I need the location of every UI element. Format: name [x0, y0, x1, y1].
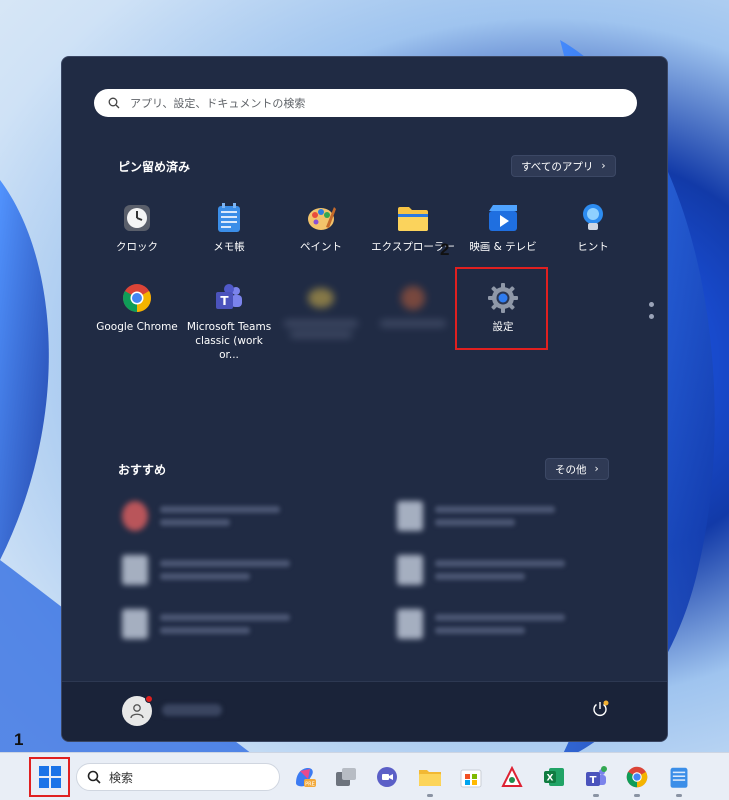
teams-taskbar-icon[interactable]: T [584, 765, 608, 789]
recommended-item[interactable] [122, 501, 280, 531]
search-icon [87, 770, 101, 784]
copilot-icon[interactable]: PRE [292, 765, 316, 789]
excel-icon[interactable]: X [542, 765, 566, 789]
svg-text:X: X [547, 774, 554, 784]
taskbar: 検索 PRE X T [0, 752, 729, 800]
search-icon [108, 97, 120, 109]
chevron-right-icon: › [594, 463, 599, 475]
folder-icon [397, 202, 429, 234]
recommended-item[interactable] [122, 609, 290, 639]
app-label: Microsoft Teams classic (work or... [186, 321, 272, 361]
taskbar-search-box[interactable]: 検索 [76, 763, 280, 791]
movies-tv-icon [487, 202, 519, 234]
pinned-app-tips[interactable]: ヒント [548, 202, 638, 254]
app-label: 映画 & テレビ [469, 241, 537, 253]
tips-icon [577, 202, 609, 234]
pinned-app-blurred[interactable] [368, 282, 458, 331]
power-icon [593, 700, 609, 716]
running-indicator [634, 794, 640, 797]
clock-icon [121, 202, 153, 234]
pinned-app-teams[interactable]: T Microsoft Teams classic (work or... [184, 282, 274, 362]
teams-icon: T [213, 282, 245, 314]
recommended-item[interactable] [397, 501, 555, 531]
start-search-placeholder: アプリ、設定、ドキュメントの検索 [130, 97, 306, 110]
user-name-blurred [162, 704, 222, 716]
meet-icon[interactable] [375, 765, 399, 789]
blurred-app-icon [305, 282, 337, 314]
chrome-taskbar-icon[interactable] [625, 765, 649, 789]
pinned-app-movies-tv[interactable]: 映画 & テレビ [458, 202, 548, 254]
all-apps-button[interactable]: すべてのアプリ › [511, 155, 616, 177]
pinned-app-notepad[interactable]: メモ帳 [184, 202, 274, 254]
recommended-item[interactable] [397, 609, 565, 639]
notification-dot [145, 695, 153, 703]
app-label: Google Chrome [96, 321, 178, 333]
chevron-right-icon: › [601, 160, 606, 172]
start-button-highlight-box [29, 757, 70, 797]
user-icon [130, 704, 144, 719]
user-avatar[interactable] [122, 695, 153, 726]
app-label: クロック [116, 241, 158, 253]
step-1-label: 1 [14, 730, 24, 749]
pinned-app-paint[interactable]: ペイント [276, 202, 366, 254]
pinned-app-blurred[interactable] [276, 282, 366, 342]
recommended-item[interactable] [122, 555, 290, 585]
more-button[interactable]: その他 › [545, 458, 609, 480]
app-label: ペイント [300, 241, 342, 253]
blurred-app-icon [397, 282, 429, 314]
pinned-section-title: ピン留め済み [118, 160, 191, 174]
running-indicator [676, 794, 682, 797]
running-indicator [593, 794, 599, 797]
start-search-input[interactable]: アプリ、設定、ドキュメントの検索 [94, 89, 637, 117]
step-2-label: 2 [440, 240, 450, 259]
start-footer [62, 681, 667, 741]
pinned-app-chrome[interactable]: Google Chrome [92, 282, 182, 334]
running-indicator [427, 794, 433, 797]
pinned-app-clock[interactable]: クロック [92, 202, 182, 254]
power-button[interactable] [591, 700, 609, 722]
svg-text:T: T [220, 294, 229, 308]
svg-text:PRE: PRE [305, 782, 315, 788]
file-explorer-icon[interactable] [418, 765, 442, 789]
recommended-section-title: おすすめ [118, 463, 167, 477]
page-indicator[interactable] [649, 302, 655, 326]
store-icon[interactable] [459, 765, 483, 789]
all-apps-label: すべてのアプリ [521, 160, 594, 173]
more-label: その他 [555, 463, 587, 476]
recommended-item[interactable] [397, 555, 565, 585]
paint-icon [305, 202, 337, 234]
notepad-icon [213, 202, 245, 234]
app-label: メモ帳 [213, 241, 245, 253]
notepad-taskbar-icon[interactable] [667, 765, 691, 789]
snipping-icon[interactable] [500, 765, 524, 789]
start-menu: アプリ、設定、ドキュメントの検索 ピン留め済み すべてのアプリ › クロック メ… [61, 56, 668, 742]
svg-text:T: T [590, 775, 597, 786]
task-view-icon[interactable] [334, 765, 358, 789]
chrome-icon [121, 282, 153, 314]
app-label: ヒント [577, 241, 609, 253]
settings-highlight-box [455, 267, 548, 350]
taskbar-search-placeholder: 検索 [109, 770, 134, 785]
